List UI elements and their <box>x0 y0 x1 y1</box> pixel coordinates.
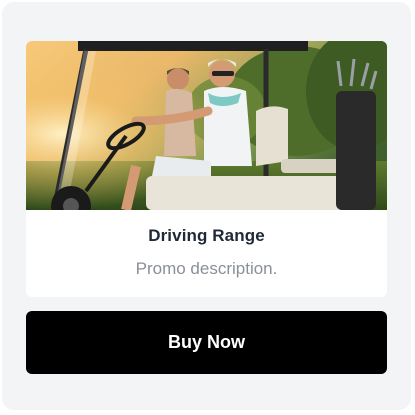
promo-title: Driving Range <box>148 226 265 245</box>
buy-now-button[interactable]: Buy Now <box>26 311 387 374</box>
promo-image <box>26 41 387 210</box>
promo-description: Promo description. <box>135 259 278 278</box>
promo-panel: Driving Range Promo description. Buy Now <box>2 2 411 410</box>
promo-card: Driving Range Promo description. <box>26 41 387 297</box>
